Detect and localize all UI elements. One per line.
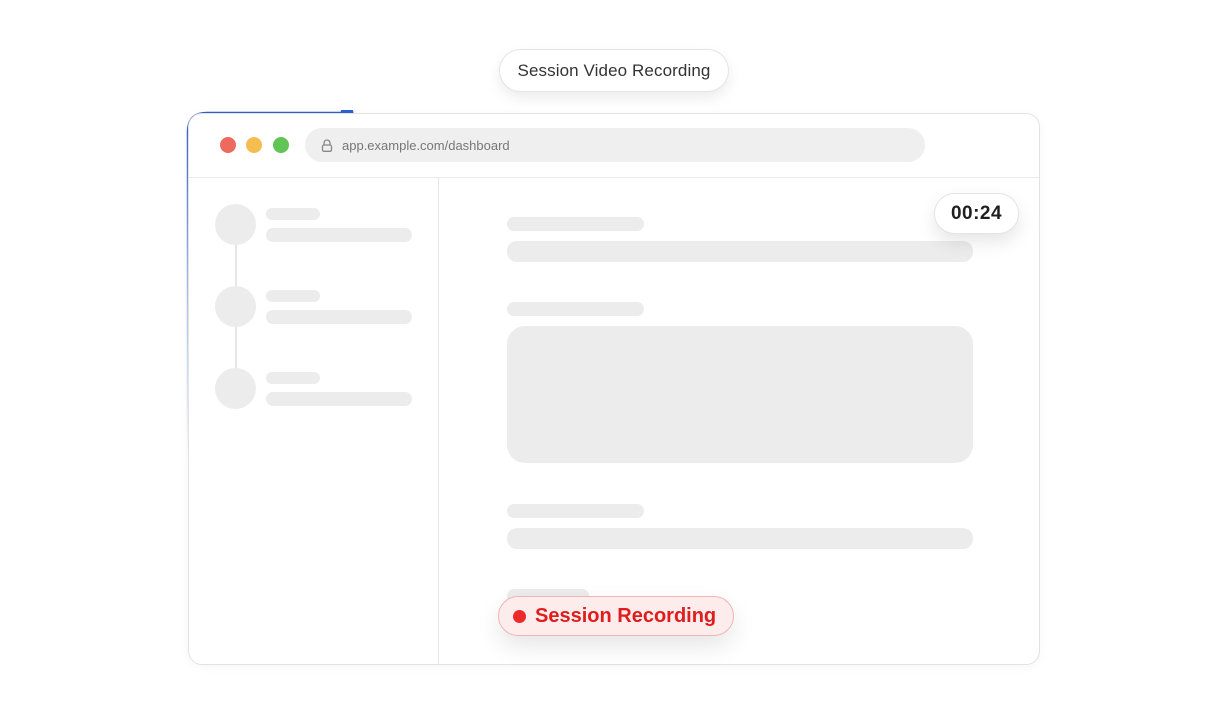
content-line-placeholder: [507, 241, 973, 262]
sidebar-item-subtitle-placeholder: [266, 310, 412, 324]
recording-timer-text: 00:24: [950, 202, 1003, 224]
content-heading-placeholder: [507, 217, 644, 231]
address-bar[interactable]: app.example.com/dashboard: [305, 128, 925, 162]
sidebar-item-avatar: [215, 286, 256, 327]
recording-timer: 00:24: [934, 193, 1019, 234]
sidebar-item-title-placeholder: [266, 290, 320, 302]
session-video-recording-label: Session Video Recording: [499, 49, 729, 92]
address-bar-url: app.example.com/dashboard: [342, 137, 510, 153]
maximize-window-button[interactable]: [273, 137, 289, 153]
session-recording-badge[interactable]: Session Recording: [498, 596, 734, 636]
content-card-placeholder: [507, 326, 973, 463]
sidebar: [189, 178, 439, 664]
session-video-recording-text: Session Video Recording: [517, 60, 711, 80]
content-line-placeholder: [507, 528, 973, 549]
sidebar-item-subtitle-placeholder: [266, 228, 412, 242]
record-dot-icon: [513, 609, 526, 623]
minimize-window-button[interactable]: [246, 137, 262, 153]
sidebar-item-title-placeholder: [266, 372, 320, 384]
sidebar-item-subtitle-placeholder: [266, 392, 412, 406]
close-window-button[interactable]: [220, 137, 236, 153]
session-recording-label: Session Recording: [535, 604, 717, 627]
browser-titlebar: app.example.com/dashboard: [189, 114, 1039, 178]
sidebar-item-avatar: [215, 368, 256, 409]
sidebar-item-title-placeholder: [266, 208, 320, 220]
content-heading-placeholder: [507, 302, 644, 316]
browser-window: app.example.com/dashboard: [188, 113, 1040, 665]
lock-icon: [321, 138, 333, 152]
content-heading-placeholder: [507, 504, 644, 518]
sidebar-item-avatar: [215, 204, 256, 245]
